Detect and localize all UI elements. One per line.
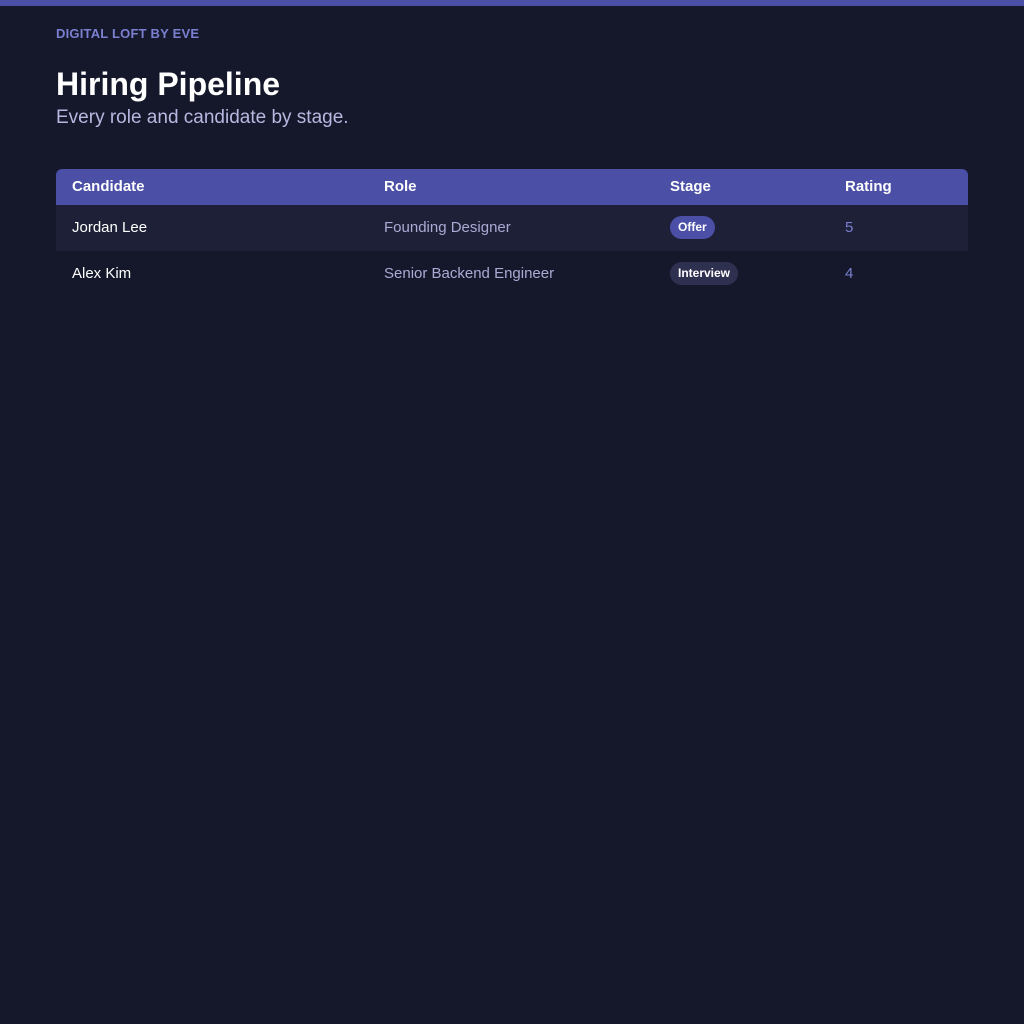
page-title: Hiring Pipeline [56,66,281,102]
table-header: Candidate Role Stage Rating [56,169,968,205]
column-header-role[interactable]: Role [384,169,417,205]
pipeline-table: Candidate Role Stage Rating Jordan Lee F… [56,169,968,297]
candidate-role: Founding Designer [384,219,511,236]
stage-badge: Interview [670,261,739,285]
brand-label: DIGITAL LOFT BY EVE [56,26,200,41]
candidate-rating: 4 [845,265,854,282]
top-accent-bar [0,0,1024,6]
candidate-name: Jordan Lee [72,219,148,236]
stage-badge: Offer [670,215,715,239]
column-header-candidate[interactable]: Candidate [72,169,145,205]
column-header-stage[interactable]: Stage [670,169,711,205]
candidate-rating: 5 [845,219,854,236]
stage-cell: Offer [670,205,715,251]
table-row[interactable]: Alex Kim Senior Backend Engineer Intervi… [56,251,968,297]
table-row[interactable]: Jordan Lee Founding Designer Offer 5 [56,205,968,251]
column-header-rating[interactable]: Rating [845,169,892,205]
candidate-role: Senior Backend Engineer [384,265,555,282]
candidate-name: Alex Kim [72,265,132,282]
stage-cell: Interview [670,251,739,297]
page-subtitle: Every role and candidate by stage. [56,107,349,128]
